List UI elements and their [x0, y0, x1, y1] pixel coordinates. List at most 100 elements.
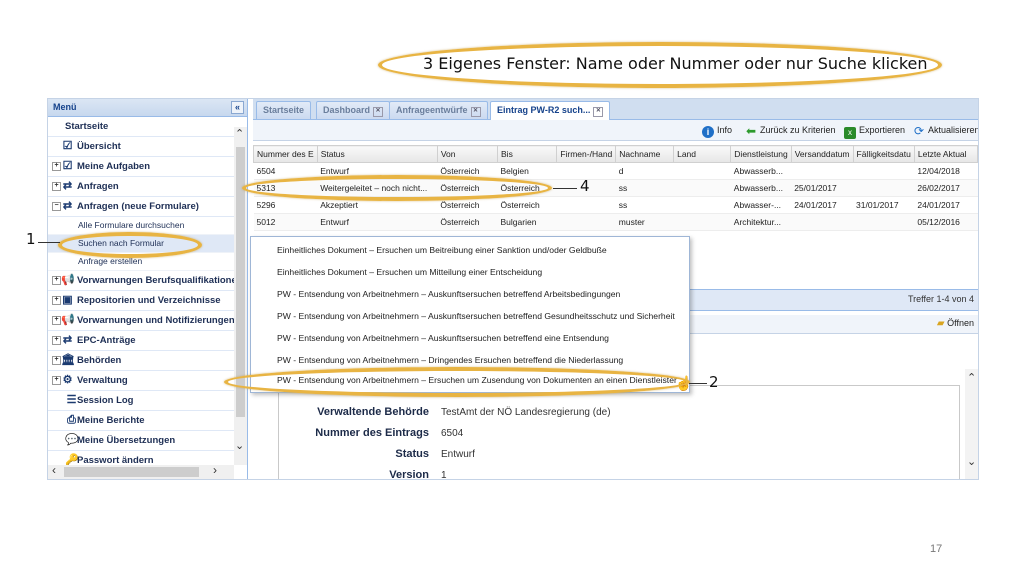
table-cell: ss	[615, 179, 674, 197]
tab-eintrag-search[interactable]: Eintrag PW-R2 such... ✕	[490, 101, 611, 120]
sidebar-item-vorwarnungen-notifizierungen[interactable]: + 📢 Vorwarnungen und Notifizierungen	[48, 311, 234, 331]
column-header[interactable]: Letzte Aktual	[913, 145, 978, 163]
sidebar-item-uebersicht[interactable]: ☑ Übersicht	[48, 137, 234, 157]
sidebar-item-meine-uebersetzungen[interactable]: 💬 Meine Übersetzungen	[48, 431, 234, 451]
status-label: Status	[395, 448, 429, 460]
expand-icon[interactable]: +	[52, 376, 61, 385]
info-label: Info	[717, 125, 733, 135]
results-toolbar: i Info ⬅ Zurück zu Kriterien x Exportieren …	[253, 120, 978, 141]
column-header[interactable]: Status	[316, 145, 438, 163]
column-header[interactable]: Land	[673, 145, 732, 163]
open-label: Öffnen	[947, 318, 974, 328]
marker-1-leader	[38, 242, 60, 243]
sidebar-item-anfragen-neue-formulare[interactable]: − ⇄ Anfragen (neue Formulare)	[48, 197, 234, 217]
sidebar-item-startseite[interactable]: Startseite	[48, 117, 234, 137]
back-label: Zurück zu Kriterien	[760, 125, 836, 135]
sidebar-item-label: Anfragen (neue Formulare)	[77, 201, 199, 212]
expand-icon[interactable]: +	[52, 336, 61, 345]
tab-dashboard[interactable]: Dashboard ✕	[316, 101, 391, 119]
expand-icon[interactable]: +	[52, 316, 61, 325]
column-header[interactable]: Nummer des E	[253, 145, 318, 163]
table-cell: Architektur...	[730, 213, 792, 231]
close-icon[interactable]: ✕	[470, 107, 481, 117]
sidebar-item-repositorien[interactable]: + ▣ Repositorien und Verzeichnisse	[48, 291, 234, 311]
marker-4: 4	[580, 177, 590, 195]
scroll-up-icon[interactable]: ⌃	[235, 127, 244, 140]
sidebar-item-meine-aufgaben[interactable]: + ☑ Meine Aufgaben	[48, 157, 234, 177]
marker-4-leader	[553, 188, 577, 189]
menu-horizontal-scroll-thumb[interactable]	[64, 467, 199, 477]
sidebar-item-epc-antraege[interactable]: + ⇄ EPC-Anträge	[48, 331, 234, 351]
table-cell: 24/01/2017	[791, 196, 854, 214]
checkbox-icon: ☑	[62, 140, 73, 152]
table-cell: 12/04/2018	[914, 162, 978, 180]
table-cell: muster	[615, 213, 674, 231]
back-to-criteria-button[interactable]: ⬅ Zurück zu Kriterien	[745, 123, 836, 137]
refresh-button[interactable]: ⟳ Aktualisieren	[913, 123, 978, 137]
column-header[interactable]: Nachname	[615, 145, 675, 163]
collapse-node-icon[interactable]: −	[52, 202, 61, 211]
scroll-down-icon[interactable]: ⌄	[235, 439, 244, 452]
sidebar-item-anfragen[interactable]: + ⇄ Anfragen	[48, 177, 234, 197]
tab-label: Anfrageentwürfe	[396, 105, 468, 115]
close-icon[interactable]: ✕	[373, 107, 384, 117]
dropdown-option[interactable]: PW - Entsendung von Arbeitnehmern – Ausk…	[277, 333, 609, 343]
entry-number-label: Nummer des Eintrags	[315, 427, 429, 439]
column-header[interactable]: Von	[436, 145, 499, 163]
authority-label: Verwaltende Behörde	[317, 406, 429, 418]
column-header[interactable]: Versanddatum	[790, 145, 854, 163]
sidebar-item-vorwarnungen-berufsqualifikationen[interactable]: + 📢 Vorwarnungen Berufsqualifikationen	[48, 271, 234, 291]
column-header[interactable]: Dienstleistung	[730, 145, 792, 163]
sidebar-item-behoerden[interactable]: + 🏛 Behörden	[48, 351, 234, 371]
table-cell	[853, 179, 915, 197]
scroll-right-icon[interactable]: ›	[213, 463, 217, 477]
status-value: Entwurf	[441, 449, 475, 460]
dropdown-option[interactable]: Einheitliches Dokument – Ersuchen um Mit…	[277, 267, 542, 277]
table-cell	[556, 196, 616, 214]
info-button[interactable]: i Info	[702, 123, 732, 138]
dropdown-option[interactable]: PW - Entsendung von Arbeitnehmern – Ausk…	[277, 289, 620, 299]
close-icon[interactable]: ✕	[593, 107, 604, 117]
scroll-up-icon[interactable]: ⌃	[967, 371, 976, 384]
expand-icon[interactable]: +	[52, 356, 61, 365]
folder-icon: ▰	[936, 318, 945, 329]
tab-startseite[interactable]: Startseite	[256, 101, 312, 119]
sidebar-item-session-log[interactable]: ☰ Session Log	[48, 391, 234, 411]
column-header[interactable]: Firmen-/Hand	[556, 145, 617, 163]
exchange-arrows-icon: ⇄	[62, 334, 73, 346]
sidebar-item-label: Behörden	[77, 355, 122, 366]
megaphone-icon: 📢	[61, 314, 75, 326]
sidebar-item-label: Vorwarnungen Berufsqualifikationen	[77, 275, 234, 286]
dropdown-option[interactable]: PW - Entsendung von Arbeitnehmern – Drin…	[277, 355, 623, 365]
expand-icon[interactable]: +	[52, 276, 61, 285]
tab-anfrageentwuerfe[interactable]: Anfrageentwürfe ✕	[389, 101, 488, 119]
sidebar-item-verwaltung[interactable]: + ⚙ Verwaltung	[48, 371, 234, 391]
exchange-arrows-icon: ⇄	[62, 200, 73, 212]
export-button[interactable]: x Exportieren	[844, 123, 905, 139]
open-button[interactable]: ▰ Öffnen	[937, 318, 974, 329]
collapse-icon[interactable]: «	[231, 101, 244, 114]
building-icon: 🏛	[61, 354, 75, 366]
table-row[interactable]: 5012 Entwurf Österreich Bulgarien muster Arch…	[253, 213, 978, 231]
tab-label: Eintrag PW-R2 such...	[497, 105, 591, 115]
column-header[interactable]: Fälligkeitsdatu	[852, 145, 915, 163]
menu-header: Menü «	[48, 99, 247, 117]
version-label: Version	[389, 469, 429, 480]
dropdown-option[interactable]: PW - Entsendung von Arbeitnehmern – Ausk…	[277, 311, 675, 321]
table-cell: Entwurf	[317, 213, 438, 231]
highlight-ring-row-5313	[242, 175, 552, 201]
scroll-left-icon[interactable]: ‹	[52, 463, 56, 477]
table-cell: Belgien	[497, 162, 557, 180]
excel-icon: x	[844, 127, 856, 139]
dropdown-option[interactable]: Einheitliches Dokument – Ersuchen um Bei…	[277, 245, 607, 255]
expand-icon[interactable]: +	[52, 162, 61, 171]
column-header[interactable]: Bis	[497, 145, 558, 163]
scroll-down-icon[interactable]: ⌄	[967, 455, 976, 468]
table-cell: 31/01/2017	[853, 196, 915, 214]
expand-icon[interactable]: +	[52, 296, 61, 305]
exchange-arrows-icon: ⇄	[62, 180, 73, 192]
sidebar-item-meine-berichte[interactable]: ⎙ Meine Berichte	[48, 411, 234, 431]
expand-icon[interactable]: +	[52, 182, 61, 191]
sidebar-menu: Menü « Startseite ☑ Übersicht + ☑ Meine Auf…	[48, 99, 248, 479]
tab-label: Startseite	[263, 105, 305, 115]
